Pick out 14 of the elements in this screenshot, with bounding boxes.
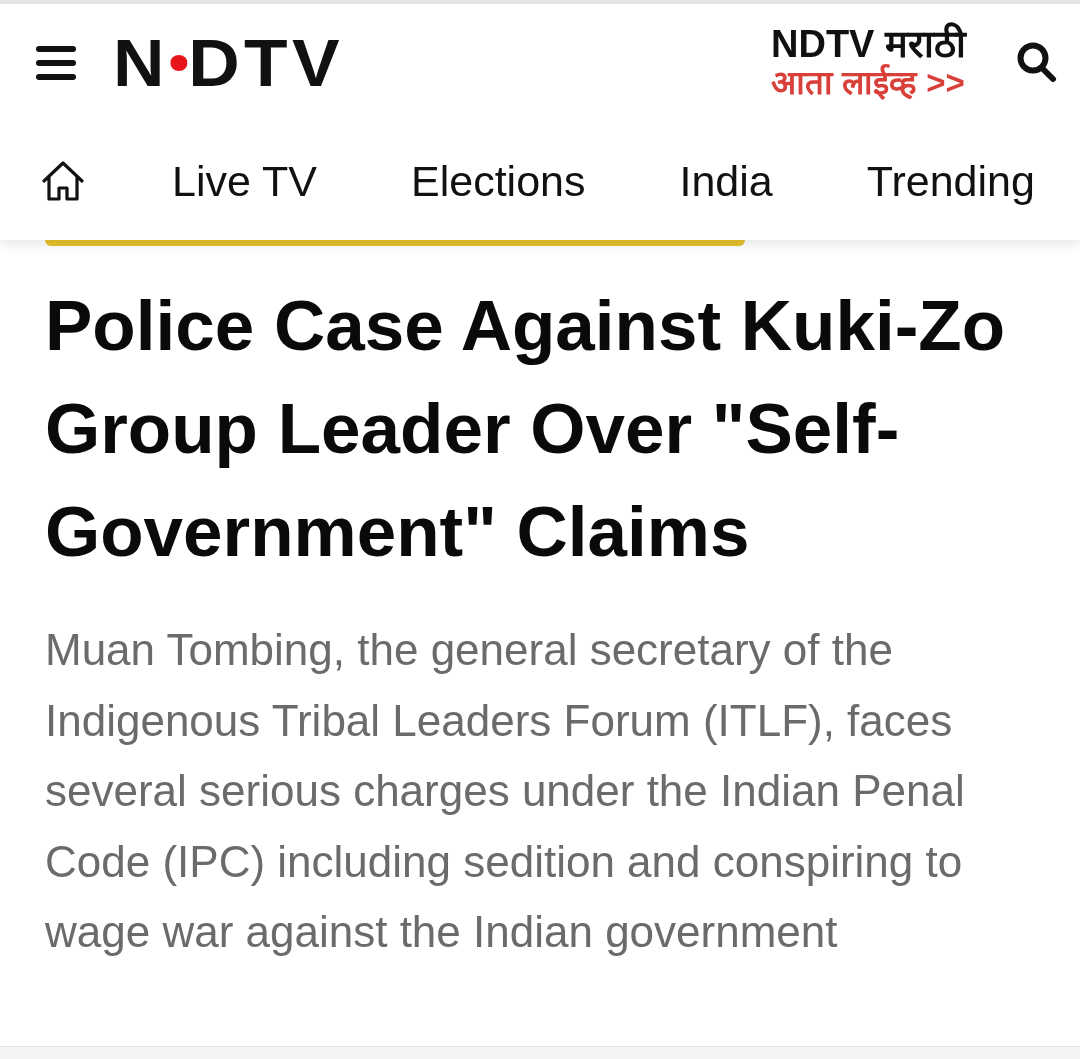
nav-tab[interactable]: Trending <box>819 156 1080 206</box>
promo-title: NDTV मराठी <box>771 24 966 64</box>
article-summary: Muan Tombing, the general secretary of the Indigenous Tribal Leaders Forum (ITLF), faces several serious charges under the Indian Penal Code (IPC) including sedition and conspiring to wage war against the Indian government <box>45 624 966 958</box>
nav-tab[interactable]: India <box>632 156 820 206</box>
article-headline: Police Case Against Kuki-Zo Group Leader Over "Self-Government" Claims <box>45 285 1007 573</box>
nav-tab[interactable]: Elections <box>364 156 633 206</box>
dot-icon <box>169 55 188 71</box>
home-icon <box>42 161 84 201</box>
menu-button[interactable] <box>36 43 76 83</box>
search-button[interactable] <box>1016 42 1058 84</box>
search-icon <box>1017 42 1057 84</box>
nav-tab[interactable]: Live TV <box>125 156 364 206</box>
menu-icon <box>36 46 76 80</box>
promo-link[interactable]: आता लाईव्ह >> <box>771 64 965 102</box>
